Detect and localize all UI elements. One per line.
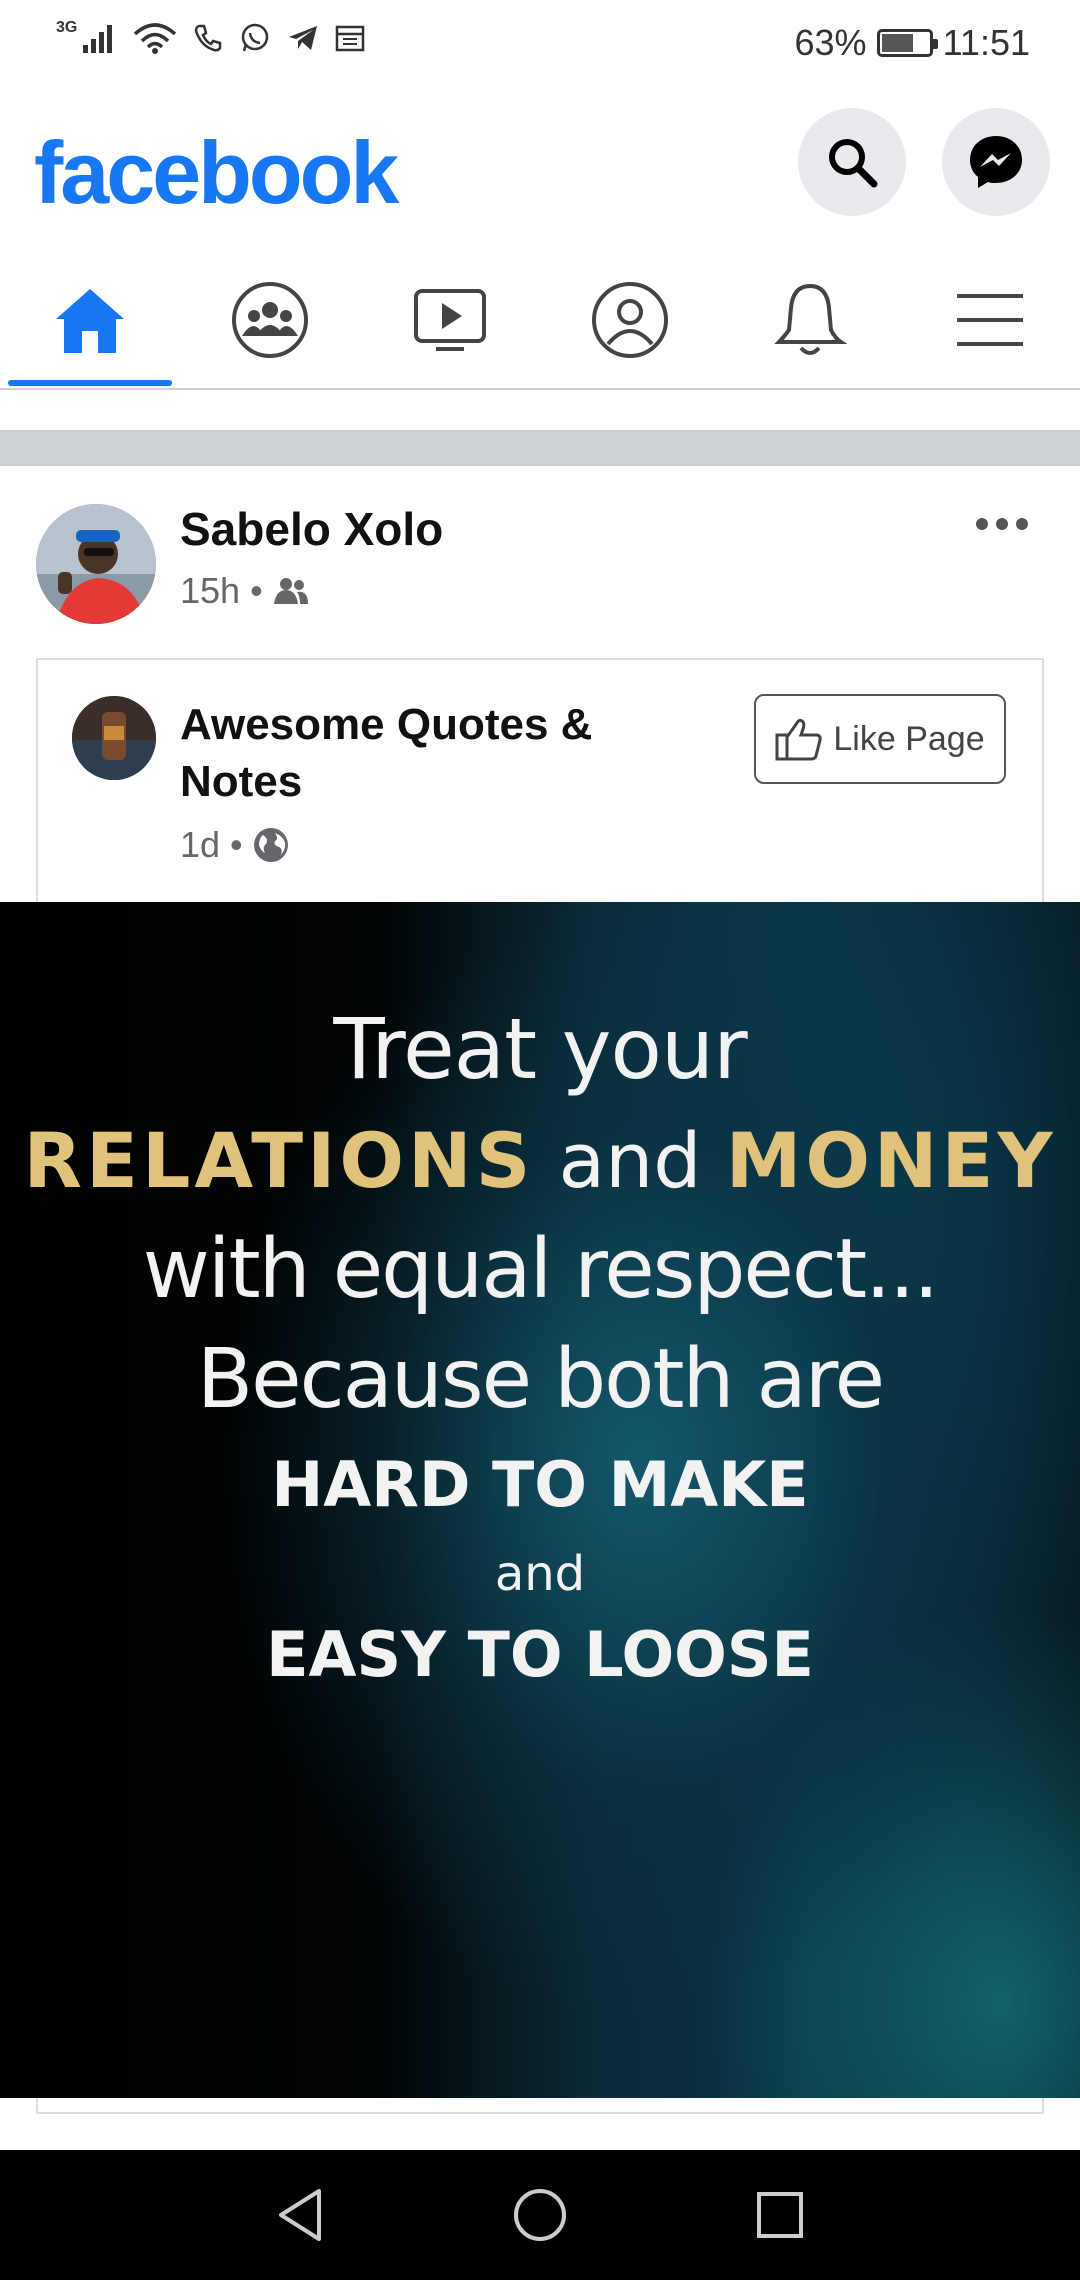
post-meta: 15h • [180, 570, 309, 612]
groups-icon [232, 282, 308, 358]
feed-top-strip [0, 392, 1080, 430]
meta-separator: • [250, 570, 263, 611]
quote-line-5: HARD TO MAKE [271, 1448, 809, 1521]
page-avatar[interactable] [72, 696, 156, 780]
page-avatar-image [72, 696, 156, 780]
recents-button[interactable] [745, 2180, 815, 2250]
wifi-icon [134, 23, 177, 54]
whatsapp-icon [242, 23, 269, 52]
facebook-logo[interactable]: facebook [34, 122, 399, 224]
tab-menu[interactable] [900, 252, 1080, 388]
bell-icon [774, 283, 847, 355]
recents-icon [757, 2192, 803, 2238]
feed-divider [0, 430, 1080, 466]
quote-line-2: RELATIONS and MONEY [0, 1116, 1080, 1205]
messenger-icon [970, 136, 1022, 188]
battery-level [881, 34, 914, 52]
app-header: facebook [0, 92, 1080, 252]
home-button[interactable] [505, 2180, 575, 2250]
telegram-icon [289, 26, 318, 50]
post-options-button[interactable] [976, 518, 1028, 530]
calendar-icon [336, 25, 365, 52]
page-name[interactable]: Awesome Quotes & Notes [180, 696, 600, 810]
search-button[interactable] [798, 108, 906, 216]
quote-line-1: Treat your [333, 1000, 747, 1098]
quote-line-3: with equal respect... [142, 1222, 940, 1317]
post-author[interactable]: Sabelo Xolo [180, 502, 443, 556]
back-button[interactable] [265, 2180, 335, 2250]
post-image[interactable]: Treat your RELATIONS and MONEY with equa… [0, 902, 1080, 2098]
watch-icon [414, 289, 486, 351]
battery-icon [876, 29, 938, 57]
more-dot [976, 518, 988, 530]
tab-watch[interactable] [360, 252, 540, 388]
shared-time[interactable]: 1d [180, 824, 220, 866]
tab-home[interactable] [0, 252, 180, 388]
system-nav-bar [0, 2150, 1080, 2280]
status-bar: 3G 63% 11:51 [0, 0, 1080, 92]
tab-groups[interactable] [180, 252, 360, 388]
shared-meta: 1d • [180, 824, 289, 866]
tab-profile[interactable] [540, 252, 720, 388]
quote-word-relations: RELATIONS [23, 1116, 535, 1205]
more-dot [1016, 518, 1028, 530]
status-icons: 3G [56, 19, 365, 54]
signal-icon [83, 25, 113, 53]
thumbs-up-icon [775, 718, 823, 761]
menu-icon [957, 294, 1023, 346]
post-time[interactable]: 15h [180, 570, 240, 612]
quote-line-7: EASY TO LOOSE [266, 1618, 814, 1691]
quote-line-6: and [494, 1546, 586, 1602]
tab-notifications[interactable] [720, 252, 900, 388]
quote-word-and: and [558, 1116, 702, 1205]
clock: 11:51 [942, 22, 1030, 63]
meta-separator: • [230, 824, 243, 865]
call-icon [195, 24, 222, 52]
friends-icon [273, 578, 308, 604]
messenger-button[interactable] [942, 108, 1050, 216]
search-icon [829, 139, 878, 188]
main-tabs [0, 252, 1080, 390]
quote-word-money: MONEY [725, 1116, 1057, 1205]
home-icon [56, 289, 124, 353]
active-tab-indicator [8, 380, 172, 386]
globe-icon [253, 828, 288, 862]
battery-percent: 63% [794, 22, 867, 63]
author-avatar[interactable] [36, 504, 156, 624]
back-icon [279, 2189, 321, 2241]
avatar-photo [36, 504, 156, 624]
like-page-label: Like Page [833, 719, 985, 758]
more-dot [996, 518, 1008, 530]
network-type: 3G [56, 19, 78, 36]
quote-line-4: Because both are [196, 1332, 885, 1427]
like-page-button[interactable]: Like Page [754, 694, 1006, 784]
profile-icon [592, 282, 668, 358]
home-circle-icon [514, 2189, 566, 2241]
